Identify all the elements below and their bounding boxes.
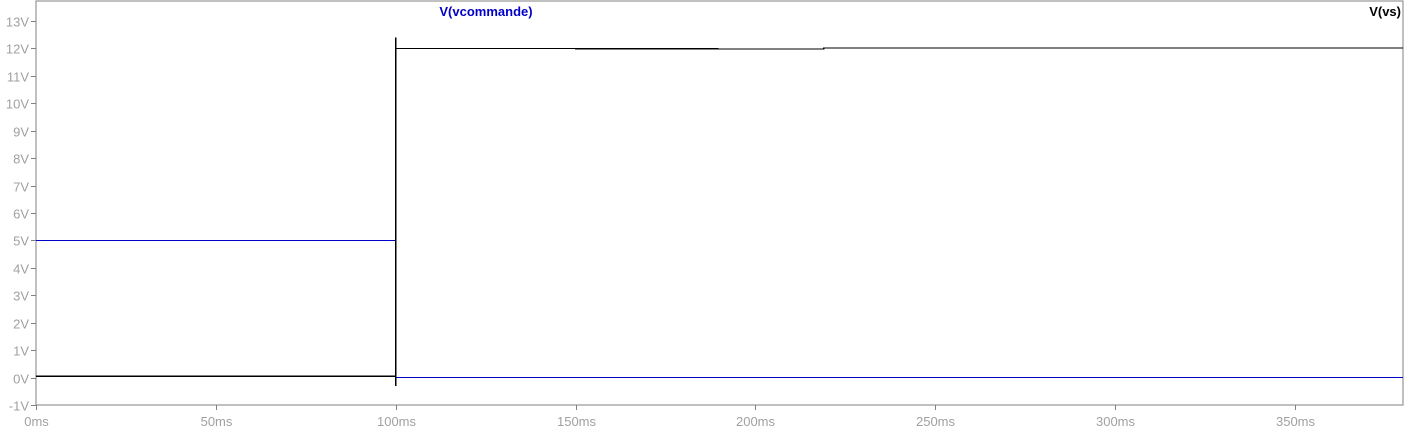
- axes: -1V 0V 1V 2V 3V 4V 5V 6V 7V 8V 9V 10V 11V 12V 13V 0ms 50…: [6, 0, 1404, 429]
- y-tick-label: 4V: [13, 262, 29, 277]
- x-tick-label: 350ms: [1276, 414, 1316, 429]
- y-tick-label: 8V: [13, 152, 29, 167]
- x-tick-label: 300ms: [1096, 414, 1136, 429]
- y-tick-label: 11V: [7, 70, 29, 85]
- plot-frame: [35, 0, 1404, 406]
- y-tick-label: 12V: [6, 42, 29, 57]
- y-tick-label: 7V: [13, 180, 29, 195]
- trace-label-vcommande[interactable]: V(vcommande): [439, 4, 532, 19]
- y-tick-label: 0V: [13, 372, 29, 387]
- y-tick-label: 13V: [6, 15, 29, 30]
- waveform-chart[interactable]: V(vcommande) V(vs) -1V 0V 1V 2V 3V 4V 5V 6V 7V 8V…: [0, 0, 1404, 433]
- trace-v-vs: [36, 37, 1403, 386]
- x-tick-label: 250ms: [916, 414, 956, 429]
- x-tick-label: 0ms: [24, 414, 49, 429]
- y-tick-label: 1V: [13, 344, 29, 359]
- series: [36, 37, 1403, 386]
- y-tick-label: 6V: [13, 207, 29, 222]
- x-tick-label: 200ms: [736, 414, 776, 429]
- x-tick-label: 150ms: [557, 414, 597, 429]
- y-tick-label: 5V: [13, 234, 29, 249]
- y-tick-label: -1V: [9, 399, 30, 414]
- y-tick-label: 3V: [13, 289, 29, 304]
- x-tick-label: 100ms: [377, 414, 417, 429]
- y-tick-label: 10V: [6, 97, 29, 112]
- trace-labels: V(vcommande) V(vs): [439, 4, 1401, 19]
- trace-v-vcommande: [36, 239, 1403, 379]
- y-tick-label: 9V: [13, 125, 29, 140]
- y-tick-label: 2V: [13, 317, 29, 332]
- x-tick-label: 50ms: [201, 414, 233, 429]
- plot-window: V(vcommande) V(vs) -1V 0V 1V 2V 3V 4V 5V 6V 7V 8V…: [0, 0, 1404, 433]
- trace-label-vs[interactable]: V(vs): [1369, 4, 1401, 19]
